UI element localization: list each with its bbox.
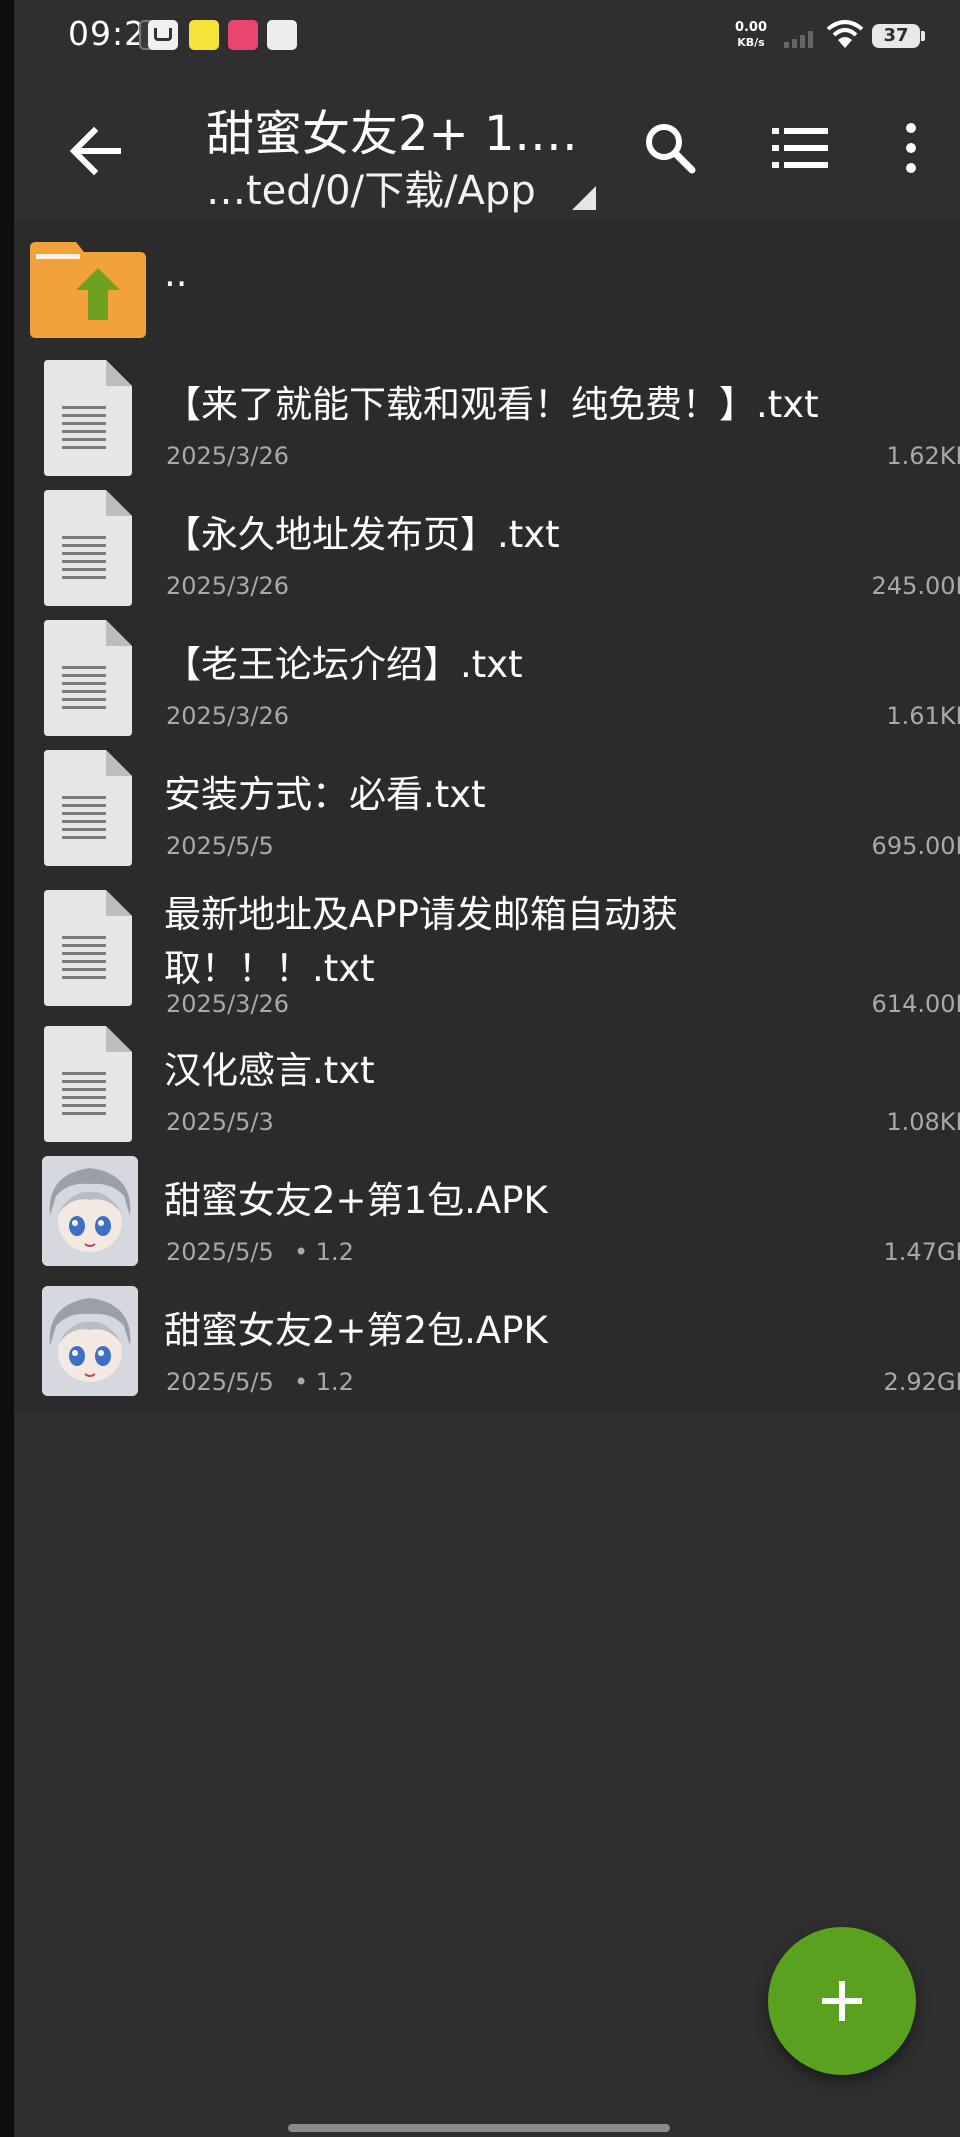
file-row[interactable]: 最新地址及APP请发邮箱自动获 取！！！.txt 2025/3/26 614.0…	[14, 868, 960, 1018]
file-name-line2: 取！！！.txt	[164, 947, 375, 990]
file-size: 695.00B	[871, 832, 960, 860]
file-row[interactable]: 甜蜜女友2+第2包.APK 2025/5/5 • 1.2 2.92GB	[14, 1274, 960, 1404]
file-date: 2025/5/5	[166, 1238, 274, 1266]
home-indicator[interactable]	[288, 2124, 670, 2132]
phone-screen: 09:29 0.00 KB/s 37 甜蜜女友2+ 1.… …ted/0/下载/…	[14, 0, 960, 2137]
status-bar: 09:29 0.00 KB/s 37	[14, 0, 960, 76]
file-row[interactable]: 【老王论坛介绍】.txt 2025/3/26 1.61KB	[14, 608, 960, 738]
folder-up-icon	[30, 242, 146, 338]
file-version: • 1.2	[294, 1238, 354, 1266]
text-file-icon	[44, 490, 132, 606]
file-name: 汉化感言.txt	[164, 1049, 375, 1092]
file-date: 2025/3/26	[166, 442, 290, 470]
search-icon[interactable]	[640, 118, 700, 178]
battery-icon: 37	[872, 24, 920, 48]
file-date: 2025/5/3	[166, 1108, 274, 1136]
parent-directory-label: ..	[164, 252, 188, 295]
more-vert-icon[interactable]	[896, 118, 926, 178]
file-name-line1: 最新地址及APP请发邮箱自动获	[164, 893, 678, 936]
file-date: 2025/5/5	[166, 1368, 274, 1396]
file-size: 1.08KB	[886, 1108, 960, 1136]
file-row[interactable]: 【永久地址发布页】.txt 2025/3/26 245.00B	[14, 478, 960, 608]
signal-icon	[784, 31, 813, 48]
file-name: 【永久地址发布页】.txt	[164, 513, 560, 556]
file-row[interactable]: 安装方式：必看.txt 2025/5/5 695.00B	[14, 738, 960, 868]
file-size: 1.61KB	[886, 702, 960, 730]
file-date: 2025/5/5	[166, 832, 274, 860]
apk-thumbnail-icon	[42, 1286, 138, 1396]
network-speed-unit: KB/s	[737, 36, 765, 49]
network-speed-value: 0.00	[734, 20, 768, 35]
folder-title: 甜蜜女友2+ 1.…	[206, 106, 578, 162]
file-version: • 1.2	[294, 1368, 354, 1396]
path-breadcrumb[interactable]: …ted/0/下载/App	[206, 158, 536, 216]
file-date: 2025/3/26	[166, 572, 290, 600]
file-date: 2025/3/26	[166, 702, 290, 730]
text-file-icon	[44, 620, 132, 736]
wifi-icon	[826, 20, 864, 48]
file-list: .. 【来了就能下载和观看！纯免费！】.txt 2025/3/26 1.62KB…	[14, 222, 960, 1412]
file-name: 【来了就能下载和观看！纯免费！】.txt	[164, 383, 819, 426]
file-row[interactable]: 甜蜜女友2+第1包.APK 2025/5/5 • 1.2 1.47GB	[14, 1144, 960, 1274]
file-size: 1.62KB	[886, 442, 960, 470]
battery-tip	[921, 31, 925, 41]
plus-icon-vertical	[839, 1981, 845, 2021]
text-file-icon	[44, 890, 132, 1006]
apk-thumbnail-icon	[42, 1156, 138, 1266]
add-fab-button[interactable]	[768, 1927, 916, 2075]
notification-box-icon	[148, 20, 178, 50]
notification-pink-app-icon	[228, 20, 258, 50]
file-name: 安装方式：必看.txt	[164, 773, 486, 816]
notification-yellow-app-icon	[189, 20, 219, 50]
dropdown-triangle-icon[interactable]	[572, 186, 596, 210]
text-file-icon	[44, 750, 132, 866]
back-arrow-icon[interactable]	[60, 116, 130, 186]
text-file-icon	[44, 360, 132, 476]
file-row[interactable]: 汉化感言.txt 2025/5/3 1.08KB	[14, 1014, 960, 1144]
text-file-icon	[44, 1026, 132, 1142]
file-name: 【老王论坛介绍】.txt	[164, 643, 523, 686]
file-name: 甜蜜女友2+第2包.APK	[164, 1309, 548, 1352]
network-speed: 0.00 KB/s	[729, 20, 773, 50]
notification-vivo-icon	[267, 20, 297, 50]
file-size: 2.92GB	[883, 1368, 960, 1396]
app-bar: 甜蜜女友2+ 1.… …ted/0/下载/App	[14, 76, 960, 222]
file-size: 1.47GB	[883, 1238, 960, 1266]
file-size: 245.00B	[871, 572, 960, 600]
list-view-icon[interactable]	[770, 122, 830, 174]
parent-directory-row[interactable]: ..	[14, 222, 960, 348]
file-name: 甜蜜女友2+第1包.APK	[164, 1179, 548, 1222]
file-row[interactable]: 【来了就能下载和观看！纯免费！】.txt 2025/3/26 1.62KB	[14, 348, 960, 478]
